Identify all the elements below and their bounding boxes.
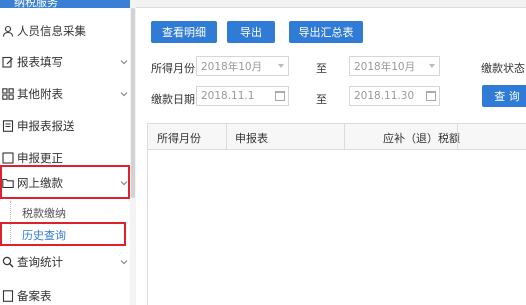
edit-icon [2, 56, 14, 68]
sidebar-subitem-tax-payment[interactable]: 税款缴纳 [0, 201, 126, 223]
payment-date-to-value: 2018.11.30 [354, 90, 415, 102]
chevron-down-icon [120, 92, 128, 97]
calendar-icon[interactable] [426, 91, 436, 101]
sidebar-item-label: 申报表报送 [17, 119, 75, 133]
payment-date-from-value: 2018.11.1 [201, 90, 255, 102]
chevron-down-icon [429, 64, 435, 68]
chevron-down-icon [120, 260, 128, 265]
search-icon [2, 256, 14, 268]
sidebar-scrollbar-thumb[interactable] [131, 8, 135, 198]
chevron-down-icon [120, 60, 128, 65]
table-body [147, 150, 526, 305]
view-detail-button[interactable]: 查看明细 [151, 21, 217, 43]
highlight-box [0, 222, 126, 246]
chevron-down-icon [278, 64, 284, 68]
column-header-tax-due[interactable]: 应补（退）税额 [383, 130, 460, 146]
column-header-report[interactable]: 申报表 [235, 130, 268, 146]
sidebar-item-label: 申报更正 [17, 151, 63, 165]
calendar-icon[interactable] [275, 91, 285, 101]
column-divider [344, 124, 345, 149]
payment-status-label: 缴款状态： [481, 62, 526, 75]
export-button[interactable]: 导出 [227, 21, 275, 43]
income-month-from-select[interactable]: 2018年10月 [196, 56, 289, 76]
sidebar-item-report-fill[interactable]: 报表填写 [0, 44, 130, 80]
highlight-box [0, 165, 130, 199]
square-icon [2, 152, 14, 164]
payment-date-to-input[interactable]: 2018.11.30 [349, 86, 440, 106]
table-header: 所得月份 申报表 应补（退）税额 [147, 123, 526, 150]
sidebar: 纳税服务 人员信息采集 报表填写 其他附表 申报表报送 申报更正 网上缴款 税款… [0, 0, 136, 305]
sidebar-item-query-stats[interactable]: 查询统计 [0, 244, 130, 280]
export-summary-button[interactable]: 导出汇总表 [289, 21, 363, 43]
to-label: 至 [316, 62, 327, 75]
sidebar-item-label: 其他附表 [17, 87, 63, 101]
income-month-from-value: 2018年10月 [201, 60, 263, 73]
sidebar-item-other-schedules[interactable]: 其他附表 [0, 76, 130, 112]
user-icon [2, 25, 14, 37]
sidebar-item-label: 报表填写 [17, 55, 63, 69]
sidebar-header-text: 纳税服务 [14, 0, 58, 9]
income-month-to-select[interactable]: 2018年10月 [349, 56, 440, 76]
income-month-to-value: 2018年10月 [354, 60, 416, 73]
sidebar-item-label: 人员信息采集 [17, 24, 86, 38]
grid-icon [2, 88, 14, 100]
sidebar-subitem-label: 税款缴纳 [22, 207, 66, 220]
sidebar-item-label: 备案表 [17, 289, 52, 303]
document-icon [2, 290, 14, 302]
column-divider [226, 124, 227, 149]
sidebar-item-filing-form[interactable]: 备案表 [0, 278, 130, 305]
sidebar-item-label: 查询统计 [17, 255, 63, 269]
sidebar-item-report-submit[interactable]: 申报表报送 [0, 108, 130, 144]
query-button[interactable]: 查 询 [482, 85, 526, 107]
sidebar-header-bar: 纳税服务 [0, 0, 136, 9]
top-strip [136, 0, 526, 8]
payment-date-from-input[interactable]: 2018.11.1 [196, 86, 289, 106]
to-label: 至 [316, 93, 327, 106]
tree-guide-line [10, 201, 11, 223]
column-header-income-month[interactable]: 所得月份 [157, 130, 201, 146]
column-divider [457, 124, 458, 149]
document-icon [2, 120, 14, 132]
